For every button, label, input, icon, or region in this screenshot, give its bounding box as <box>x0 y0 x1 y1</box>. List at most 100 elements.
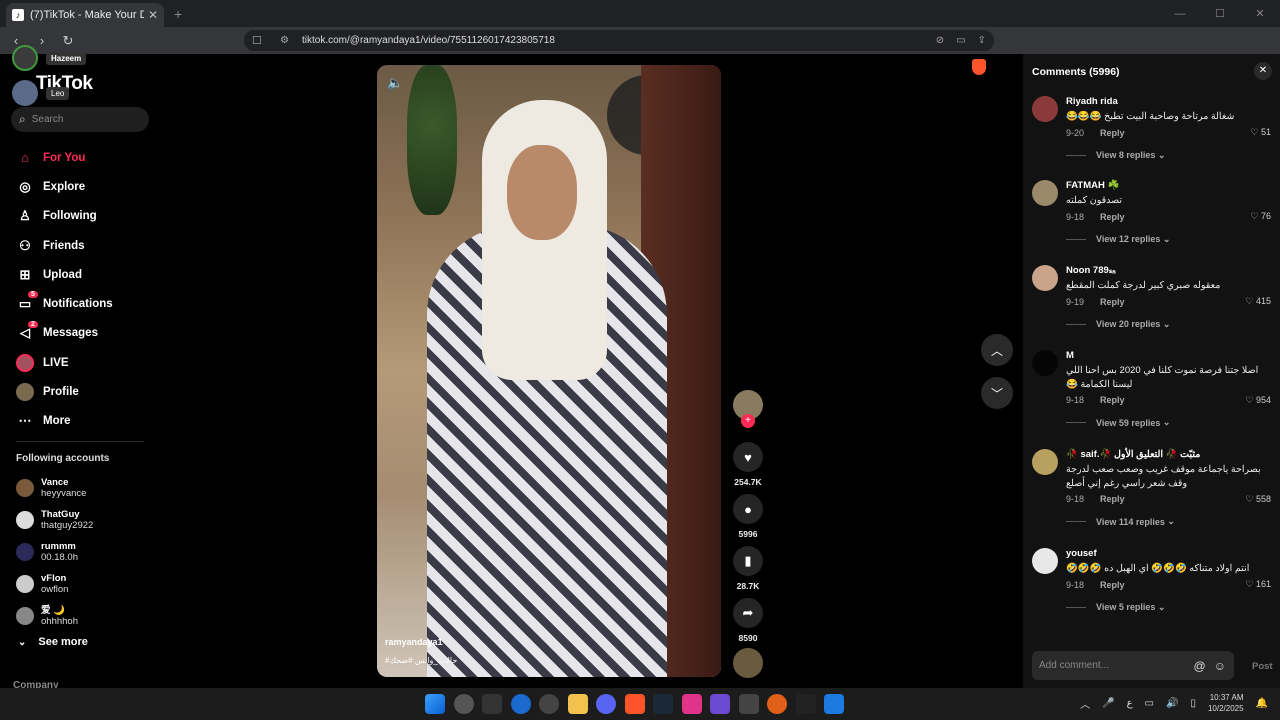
avatar-hazeem[interactable] <box>12 45 38 71</box>
nav-messages[interactable]: ◁ 2 Messages <box>16 319 113 348</box>
blue-w-icon[interactable] <box>824 694 844 714</box>
heart-icon[interactable]: ♥ <box>733 442 763 472</box>
following-account[interactable]: 爱 🌙 ohhhhoh <box>16 600 93 632</box>
following-account[interactable]: rummm 00.18.0h <box>16 536 93 568</box>
microphone-icon[interactable]: 🎤 <box>1102 698 1114 709</box>
new-tab-icon[interactable]: + <box>174 6 182 22</box>
video-author[interactable]: ramyandaya1 <box>385 637 443 647</box>
close-tab-icon[interactable]: ✕ <box>148 8 158 22</box>
reply-button[interactable]: Reply <box>1100 580 1125 590</box>
comment-like[interactable]: ♡ 415 <box>1245 296 1271 307</box>
reply-button[interactable]: Reply <box>1100 494 1125 504</box>
brave-shields-icon[interactable] <box>972 59 986 75</box>
view-replies-button[interactable]: View 8 replies ⌄ <box>1066 150 1271 161</box>
previous-video-button[interactable]: ︿ <box>981 334 1013 366</box>
nav-more[interactable]: ⋯ More <box>16 407 113 436</box>
reply-button[interactable]: Reply <box>1100 128 1125 138</box>
comment-like[interactable]: ♡ 76 <box>1250 211 1271 222</box>
avatar[interactable] <box>1032 548 1058 574</box>
bookmark-icon[interactable]: ☐ <box>252 34 268 47</box>
creator-avatar[interactable]: + <box>733 390 763 428</box>
bm-app-icon[interactable] <box>738 694 759 714</box>
minimize-icon[interactable]: — <box>1160 8 1200 20</box>
comment-like[interactable]: ♡ 161 <box>1245 579 1271 590</box>
volume-icon[interactable]: 🔊 <box>1166 698 1178 709</box>
music-disc-avatar[interactable] <box>733 648 763 678</box>
nav-upload[interactable]: ⊞ Upload <box>16 260 113 289</box>
reload-icon[interactable]: ↻ <box>58 33 78 49</box>
share-icon[interactable]: ⇪ <box>978 35 986 46</box>
view-replies-button[interactable]: View 59 replies ⌄ <box>1066 417 1271 428</box>
discord-icon[interactable] <box>596 694 616 714</box>
comment-like[interactable]: ♡ 51 <box>1250 127 1271 138</box>
site-settings-icon[interactable]: ⚙ <box>280 35 298 46</box>
search-input[interactable]: ⌕ Search <box>11 107 149 132</box>
following-account[interactable]: Vance heyyvance <box>16 472 93 504</box>
avatar[interactable] <box>1032 265 1058 291</box>
share-arrow-icon[interactable]: ➦ <box>733 598 763 628</box>
view-replies-button[interactable]: View 20 replies ⌄ <box>1066 319 1271 330</box>
chrome-icon[interactable] <box>453 694 474 714</box>
mention-icon[interactable]: @ <box>1194 659 1206 673</box>
chevron-up-icon[interactable]: ︿ <box>1080 696 1090 711</box>
nav-explore[interactable]: ◎ Explore <box>16 172 113 201</box>
volume-icon[interactable]: 🔈 <box>387 75 403 91</box>
comment-like[interactable]: ♡ 954 <box>1245 395 1271 406</box>
browser-tab[interactable]: ♪ (7)TikTok - Make Your Day ✕ <box>6 3 164 27</box>
comment-user[interactable]: yousef <box>1066 548 1271 562</box>
cast-off-icon[interactable]: ⊘ <box>936 35 944 46</box>
comment-user[interactable]: 🥀 saif.🥀 مثبّت 🥀 التعليق الأول <box>1066 449 1271 463</box>
avatar[interactable] <box>1032 350 1058 376</box>
comment-user[interactable]: M <box>1066 350 1271 364</box>
comment-action[interactable]: ● 5996 <box>733 494 763 539</box>
bookmark-icon[interactable]: ▮ <box>733 546 763 576</box>
add-comment-input[interactable]: Add comment... @ ☺ <box>1032 651 1234 680</box>
comment-like[interactable]: ♡ 558 <box>1245 494 1271 505</box>
close-comments-button[interactable]: ✕ <box>1254 62 1272 80</box>
save-action[interactable]: ▮ 28.7K <box>733 546 763 591</box>
windows-start-icon[interactable] <box>425 694 445 714</box>
next-video-button[interactable]: ﹀ <box>981 377 1013 409</box>
reply-button[interactable]: Reply <box>1100 395 1125 405</box>
epic-games-icon[interactable] <box>482 694 502 714</box>
video-player[interactable]: 🔈 ramyandaya1 #حالات_واتس #ضحك <box>377 65 721 677</box>
nav-live[interactable]: LIVE <box>16 348 113 377</box>
following-account[interactable]: ThatGuy thatguy2922 <box>16 504 93 536</box>
comment-user[interactable]: FATMAH ☘️ <box>1066 180 1271 194</box>
nav-following[interactable]: ♙ Following <box>16 202 113 231</box>
follow-plus-icon[interactable]: + <box>741 414 755 428</box>
network-icon[interactable]: ▭ <box>1145 698 1154 709</box>
post-comment-button[interactable]: Post <box>1252 661 1273 672</box>
avatar[interactable] <box>1032 449 1058 475</box>
forward-icon[interactable]: › <box>32 33 52 48</box>
view-replies-button[interactable]: View 114 replies ⌄ <box>1066 516 1271 527</box>
like-action[interactable]: ♥ 254.7K <box>733 442 763 487</box>
steam-icon[interactable] <box>653 694 673 714</box>
iptv-icon[interactable] <box>681 694 702 714</box>
nav-friends[interactable]: ⚇ Friends <box>16 231 113 260</box>
video-hashtags[interactable]: #حالات_واتس #ضحك <box>385 656 457 665</box>
avatar[interactable] <box>1032 180 1058 206</box>
close-window-icon[interactable]: ✕ <box>1240 7 1280 20</box>
maps-icon[interactable] <box>539 694 559 714</box>
file-explorer-icon[interactable] <box>567 694 588 714</box>
comment-icon[interactable]: ● <box>733 494 763 524</box>
address-bar[interactable]: ☐ ⚙ tiktok.com/@ramyandaya1/video/755112… <box>244 30 994 51</box>
notification-bell-icon[interactable]: 🔔 <box>1256 698 1268 709</box>
orange-app-icon[interactable] <box>767 694 787 714</box>
screen-icon[interactable]: ▭ <box>956 35 965 46</box>
maximize-icon[interactable]: ☐ <box>1200 7 1240 20</box>
nav-for-you[interactable]: ⌂ For You <box>16 143 113 172</box>
app-blue-icon[interactable] <box>510 694 531 714</box>
comment-user[interactable]: Noon 789ₛₐ <box>1066 265 1271 279</box>
battery-icon[interactable]: ▯ <box>1190 698 1196 709</box>
purple-app-icon[interactable] <box>710 694 730 714</box>
nav-profile[interactable]: Profile <box>16 377 113 406</box>
reply-button[interactable]: Reply <box>1100 212 1125 222</box>
reply-button[interactable]: Reply <box>1100 297 1125 307</box>
comment-user[interactable]: Riyadh rida <box>1066 96 1271 110</box>
language-indicator[interactable]: ع <box>1127 698 1133 709</box>
nav-notifications[interactable]: ▭ 5 Notifications <box>16 289 113 318</box>
avatar[interactable] <box>1032 96 1058 122</box>
avatar-leo[interactable] <box>12 80 38 106</box>
